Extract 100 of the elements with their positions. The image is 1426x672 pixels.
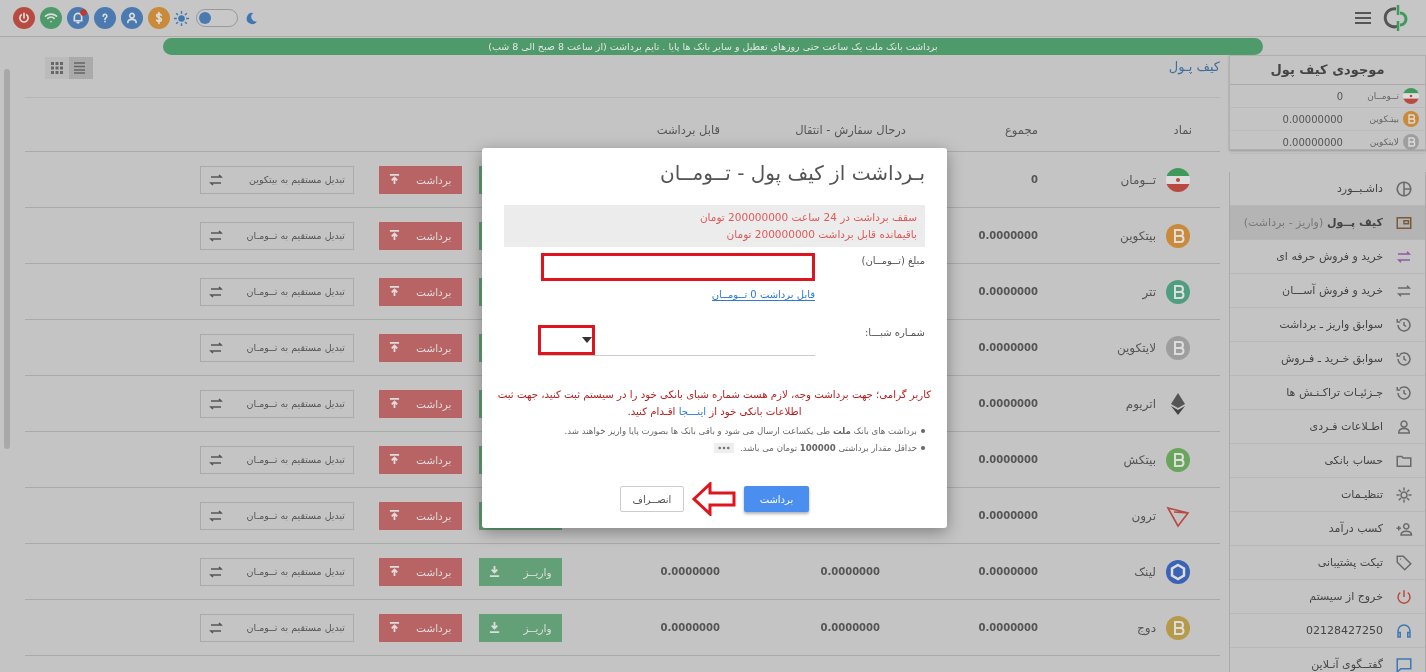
list-view-button[interactable] — [69, 57, 93, 79]
swap-icon — [209, 285, 223, 298]
dashboard-icon — [1395, 179, 1413, 198]
limit-text: باقیمانده قابل برداشت 200000000 تومان — [725, 227, 917, 243]
withdraw-button[interactable]: برداشت — [378, 165, 462, 194]
menu-item[interactable]: خرید و فروش حرفه ای — [1230, 240, 1425, 274]
table-cell: 0.0000000 — [978, 566, 1038, 577]
menu-item[interactable]: سوابق خـرید ـ فـروش — [1230, 342, 1425, 376]
wifi-icon[interactable] — [39, 7, 62, 29]
page-title[interactable]: کیف پـول — [1168, 59, 1220, 74]
convert-button[interactable]: تبدیل مستقیم به تــومـان — [200, 333, 354, 362]
coin-icon — [1166, 447, 1190, 472]
cancel-button[interactable]: انصــراف — [620, 486, 684, 512]
user-icon[interactable] — [120, 7, 143, 29]
coin-name: بیتکوین — [1120, 228, 1156, 243]
withdraw-button[interactable]: برداشت — [378, 221, 462, 250]
withdraw-button[interactable]: برداشت — [378, 557, 462, 586]
convert-button[interactable]: تبدیل مستقیم به تــومـان — [200, 445, 354, 474]
balance-amount: 0.00000000 — [1282, 113, 1343, 125]
more-button[interactable] — [714, 442, 734, 453]
chat-icon — [1395, 655, 1413, 672]
menu-item[interactable]: اطـلاعات فـردی — [1230, 410, 1425, 444]
coin-name: لینک — [1134, 564, 1156, 579]
sheba-label: شمـاره شبـــا: — [864, 326, 925, 338]
available-link[interactable]: قابل برداشت 0 تــومــان — [711, 289, 815, 301]
convert-button[interactable]: تبدیل مستقیم به تــومـان — [200, 221, 354, 250]
convert-button[interactable]: تبدیل مستقیم به تــومـان — [200, 277, 354, 306]
withdraw-button[interactable]: برداشت — [378, 445, 462, 474]
coin-name: بیتکش — [1123, 452, 1156, 467]
help-icon[interactable] — [93, 7, 116, 29]
register-link[interactable]: اینـــجا — [678, 406, 707, 417]
upload-icon — [388, 174, 400, 185]
table-cell: 0.0000000 — [820, 622, 880, 633]
bell-icon[interactable] — [66, 7, 89, 29]
bullet-icon — [921, 445, 925, 450]
power-icon[interactable] — [12, 7, 35, 29]
table-cell: 0 — [1031, 174, 1038, 185]
withdraw-button[interactable]: برداشت — [378, 389, 462, 418]
convert-button[interactable]: تبدیل مستقیم به بیتکوین — [200, 165, 354, 194]
balance-amount: 0 — [1336, 90, 1343, 102]
scrollbar[interactable] — [4, 69, 10, 449]
table-cell: 0.0000000 — [978, 622, 1038, 633]
upload-icon — [388, 454, 400, 465]
dialog-title: بـرداشت از کیف پول - تــومــان — [658, 160, 925, 188]
menu-item[interactable]: خرید و فروش آســـان — [1230, 274, 1425, 308]
convert-button[interactable]: تبدیل مستقیم به تــومـان — [200, 389, 354, 418]
menu-item[interactable]: خروج از سیستم — [1230, 580, 1425, 614]
column-header: قابل برداشت — [655, 122, 721, 137]
withdraw-button[interactable]: برداشت — [378, 277, 462, 306]
convert-button[interactable]: تبدیل مستقیم به تــومـان — [200, 557, 354, 586]
coin-name: لایتکوین — [1116, 340, 1156, 355]
menu-item[interactable]: کسب درآمد — [1230, 512, 1425, 546]
swap-icon — [209, 621, 223, 634]
menu-icon[interactable] — [1354, 11, 1372, 25]
coin-icon — [1166, 615, 1190, 640]
note-text: برداشت های بانک ملت طی یکساعت ارسال می شود و باقی بانک ها بصورت پایا واریز خواهند شد. — [564, 425, 917, 436]
swap-icon — [209, 509, 223, 522]
grid-icon — [51, 62, 63, 74]
table-cell: 0.0000000 — [660, 622, 720, 633]
tag-icon — [1395, 553, 1413, 572]
menu-item[interactable]: حساب بانکی — [1230, 444, 1425, 478]
menu-item[interactable]: تیکت پشتیبانی — [1230, 546, 1425, 580]
more-icon — [718, 445, 730, 450]
column-header: نماد — [1172, 122, 1193, 137]
menu-item[interactable]: 02128427250 — [1230, 614, 1425, 648]
balance-amount: 0.00000000 — [1282, 136, 1343, 148]
upload-icon — [388, 342, 400, 353]
menu-item[interactable]: سوابق واریز ـ برداشت — [1230, 308, 1425, 342]
sheba-select[interactable] — [538, 325, 815, 356]
menu-item[interactable]: جـزئیـات تراکـنـش ها — [1230, 376, 1425, 410]
coin-icon — [1403, 134, 1419, 150]
coin-name: تتر — [1142, 284, 1156, 299]
upload-icon — [388, 622, 400, 633]
table-cell: 0.0000000 — [978, 454, 1038, 465]
menu-item[interactable]: تنظیـمات — [1230, 478, 1425, 512]
table-cell: 0.0000000 — [820, 566, 880, 577]
amount-field[interactable] — [541, 253, 815, 281]
user-icon — [1395, 417, 1413, 436]
bullet-icon — [921, 428, 925, 433]
table-cell: 0.0000000 — [978, 398, 1038, 409]
withdraw-button[interactable]: برداشت — [378, 501, 462, 530]
menu-item[interactable]: کیف پــول (واریز - برداشت) — [1230, 206, 1425, 240]
convert-button[interactable]: تبدیل مستقیم به تــومـان — [200, 501, 354, 530]
caret-icon — [582, 337, 592, 343]
withdraw-button[interactable]: برداشت — [744, 486, 809, 512]
download-icon — [488, 566, 500, 577]
convert-button[interactable]: تبدیل مستقیم به تــومـان — [200, 613, 354, 642]
dollar-icon[interactable] — [147, 7, 170, 29]
table-cell: 0.0000000 — [978, 342, 1038, 353]
moon-icon — [245, 11, 258, 25]
withdraw-button[interactable]: برداشت — [378, 333, 462, 362]
limit-text: سقف برداشت در 24 ساعت 200000000 تومان — [698, 210, 917, 226]
menu-item[interactable]: گفتــگوی آنـلاین — [1230, 648, 1425, 672]
table-cell: 0.0000000 — [978, 230, 1038, 241]
headset-icon — [1395, 621, 1413, 640]
withdraw-button[interactable]: برداشت — [378, 613, 462, 642]
coin-icon — [1166, 335, 1190, 360]
coin-icon — [1403, 111, 1419, 127]
coin-name: اتریوم — [1125, 396, 1156, 411]
theme-switch[interactable] — [196, 9, 238, 27]
